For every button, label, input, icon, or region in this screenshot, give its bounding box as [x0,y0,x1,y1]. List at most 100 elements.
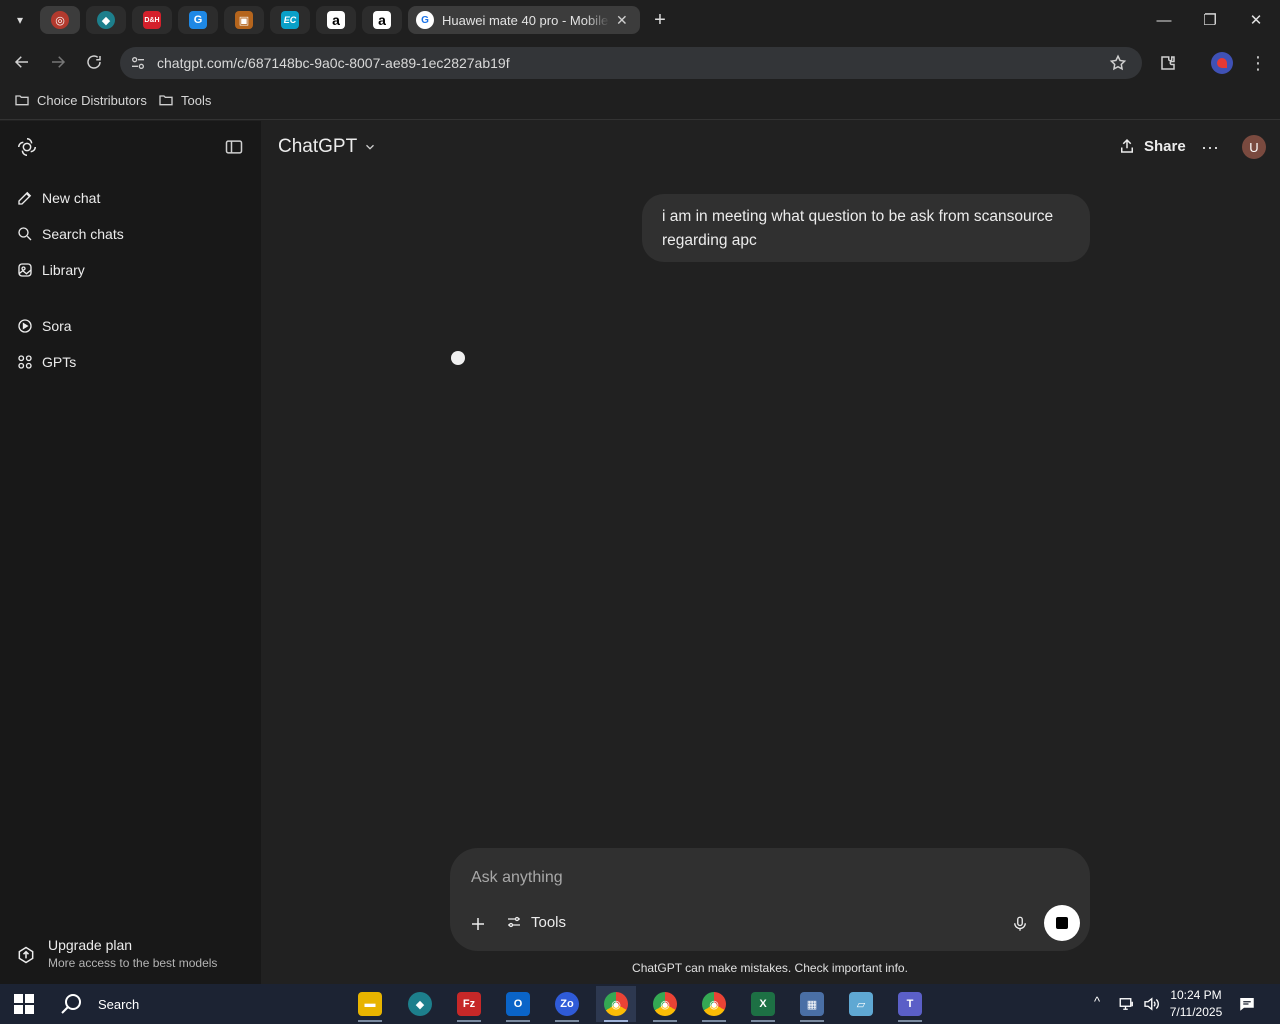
library-icon [18,263,32,277]
bookmark-tools[interactable]: Tools [158,92,211,108]
folder-icon [15,95,29,106]
model-name: ChatGPT [278,136,358,157]
add-attachment-button[interactable] [466,912,490,936]
windows-start-icon[interactable] [14,994,34,1014]
url-text[interactable]: chatgpt.com/c/687148bc-9a0c-8007-ae89-1e… [157,55,510,71]
search-icon [61,994,81,1014]
close-sidebar-icon[interactable] [224,137,244,157]
box-favicon-icon: ▣ [235,11,253,29]
chatgpt-favicon-icon: ◎ [51,11,69,29]
sidebar-item-label: Search chats [42,226,124,242]
back-icon[interactable] [10,50,34,74]
plus-icon [472,918,484,930]
calculator-icon[interactable]: ▦ [792,986,832,1022]
pinned-tab-2[interactable]: ◆ [86,6,126,34]
pinned-tab-5[interactable]: ▣ [224,6,264,34]
teams-icon[interactable]: T [890,986,930,1022]
active-tab-title: Huawei mate 40 pro - Mobile P [442,12,610,28]
avatar[interactable]: U [1242,135,1266,159]
diamond-app-icon[interactable]: ◆ [400,986,440,1022]
pinned-tab-4[interactable]: G [178,6,218,34]
prompt-input[interactable] [471,866,971,890]
network-icon[interactable] [1118,995,1136,1018]
chrome-icon[interactable]: ◉ [694,986,734,1022]
restore-icon[interactable]: ❐ [1190,8,1230,32]
pinned-tab-7[interactable]: a [316,6,356,34]
reload-icon[interactable] [82,50,106,74]
new-tab-button[interactable]: + [648,8,672,32]
microphone-button[interactable] [1008,912,1032,936]
gpts-button[interactable]: GPTs [16,353,76,371]
volume-icon[interactable] [1142,995,1160,1018]
new-chat-button[interactable]: New chat [16,189,100,207]
upgrade-title: Upgrade plan [48,937,133,953]
zoho-icon[interactable]: Zo [547,986,587,1022]
sidebar [0,121,261,984]
close-window-icon[interactable]: ✕ [1236,8,1276,32]
thinking-indicator [451,351,465,365]
model-selector[interactable]: ChatGPT [278,136,377,158]
pinned-tab-3[interactable]: D&H [132,6,172,34]
chrome-icon[interactable]: ◉ [645,986,685,1022]
chevron-down-icon [366,144,375,150]
search-chats-button[interactable]: Search chats [16,225,124,243]
taskbar-clock[interactable]: 10:24 PM 7/11/2025 [1164,987,1228,1021]
tab-search-icon[interactable]: ▾ [8,8,32,32]
show-hidden-icons-icon[interactable]: ^ [1094,994,1100,1009]
stop-generating-button[interactable] [1044,905,1080,941]
search-icon [18,227,32,241]
excel-icon[interactable]: X [743,986,783,1022]
chrome-icon[interactable]: ◉ [596,986,636,1022]
sidebar-item-label: GPTs [42,354,77,370]
taskbar-search[interactable]: Search [60,992,139,1016]
app-glyph: Zo [555,992,579,1016]
ec-favicon-icon: EC [281,11,299,29]
pinned-tab-8[interactable]: a [362,6,402,34]
filezilla-icon[interactable]: Fz [449,986,489,1022]
grid-icon [18,355,32,369]
pinned-tab-chatgpt[interactable]: ◎ [40,6,80,34]
profile-icon[interactable] [1211,52,1233,74]
site-info-icon[interactable] [126,51,150,75]
upgrade-plan-button[interactable]: Upgrade plan More access to the best mod… [16,937,217,970]
clock-date: 7/11/2025 [1169,1005,1223,1019]
app-glyph: ◆ [408,992,432,1016]
app-glyph: ◉ [653,992,677,1016]
close-tab-icon[interactable]: ✕ [616,12,628,29]
browser-menu-icon[interactable]: ⋮ [1246,51,1270,75]
library-button[interactable]: Library [16,261,85,279]
sidebar-item-label: Library [42,262,85,278]
openai-logo-icon[interactable] [16,136,38,158]
more-options-icon[interactable]: ··· [1198,135,1222,159]
sliders-icon [508,916,520,928]
share-button[interactable]: Share [1118,137,1186,155]
dh-favicon-icon: D&H [143,11,161,29]
outlook-icon[interactable]: O [498,986,538,1022]
bookmark-label: Choice Distributors [37,92,147,108]
notes-icon[interactable]: ▱ [841,986,881,1022]
composer [450,848,1090,951]
sora-button[interactable]: Sora [16,317,72,335]
file-explorer-icon[interactable]: ▬ [350,986,390,1022]
pinned-tab-6[interactable]: EC [270,6,310,34]
bookmark-label: Tools [181,92,212,108]
g-favicon-icon: G [189,11,207,29]
sidebar-item-label: New chat [42,190,101,206]
amazon-favicon-icon: a [327,11,345,29]
user-message: i am in meeting what question to be ask … [642,194,1090,262]
windows-taskbar [0,984,1280,1024]
share-label: Share [1144,137,1186,155]
compose-icon [18,191,32,205]
minimize-icon[interactable]: — [1144,8,1184,32]
active-tab[interactable]: G Huawei mate 40 pro - Mobile P ✕ [408,6,640,34]
clock-time: 10:24 PM [1170,988,1222,1002]
tools-label: Tools [531,913,567,931]
notification-icon[interactable] [1238,995,1256,1018]
sidebar-item-label: Sora [42,318,72,334]
forward-icon[interactable] [46,50,70,74]
bookmark-choice-distributors[interactable]: Choice Distributors [14,92,147,108]
app-glyph: Fz [457,992,481,1016]
bookmark-star-icon[interactable] [1106,51,1130,75]
tools-button[interactable]: Tools [505,913,566,931]
extensions-icon[interactable] [1156,51,1180,75]
